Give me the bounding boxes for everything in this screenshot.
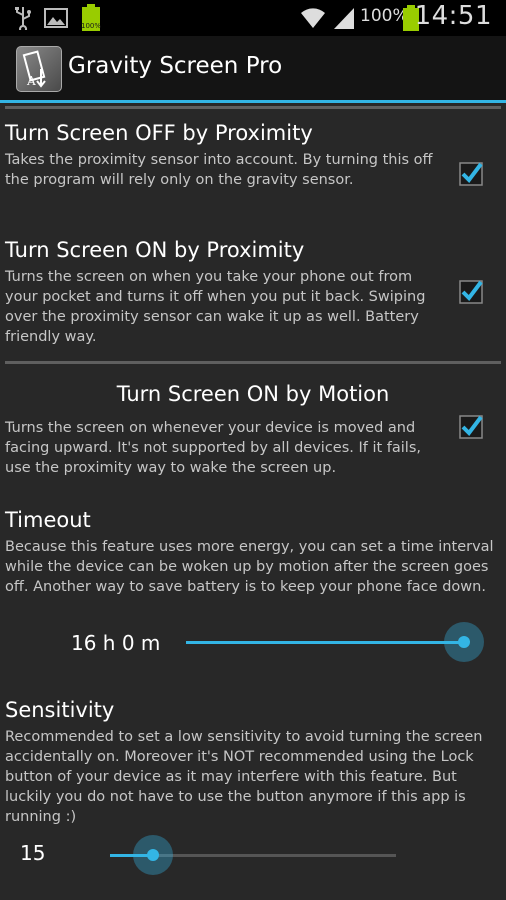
image-icon bbox=[44, 8, 68, 28]
sensitivity-value: 15 bbox=[20, 841, 46, 865]
pref-title: Timeout bbox=[5, 508, 91, 532]
phone-arrow-icon: A bbox=[22, 50, 46, 88]
sensitivity-slider-thumb[interactable] bbox=[133, 835, 173, 875]
checkbox-checked-icon[interactable] bbox=[459, 415, 483, 439]
status-bar: 100% 100% 14:51 bbox=[0, 0, 506, 36]
app-title: Gravity Screen Pro bbox=[68, 53, 283, 79]
pref-summary: Takes the proximity sensor into account.… bbox=[5, 152, 433, 188]
action-bar: A Gravity Screen Pro bbox=[0, 36, 506, 103]
svg-text:A: A bbox=[26, 74, 36, 88]
svg-text:100%: 100% bbox=[81, 22, 101, 30]
wifi-icon bbox=[301, 8, 325, 28]
section-divider bbox=[5, 106, 501, 109]
pref-title: Sensitivity bbox=[5, 698, 115, 722]
sensitivity-slider-track[interactable] bbox=[110, 835, 396, 875]
timeout-slider-thumb[interactable] bbox=[444, 622, 484, 662]
checkbox-checked-icon[interactable] bbox=[459, 162, 483, 186]
pref-summary: Turns the screen on when you take your p… bbox=[5, 269, 426, 345]
battery-icon: 100% bbox=[81, 4, 101, 31]
pref-title: Turn Screen ON by Proximity bbox=[5, 238, 305, 262]
clock: 14:51 bbox=[414, 1, 492, 31]
pref-title: Turn Screen OFF by Proximity bbox=[5, 121, 313, 145]
timeout-value: 16 h 0 m bbox=[71, 631, 161, 655]
signal-icon bbox=[334, 8, 354, 29]
pref-summary: Recommended to set a low sensitivity to … bbox=[5, 729, 483, 825]
section-header-motion: Turn Screen ON by Motion bbox=[116, 382, 390, 406]
timeout-slider-track[interactable] bbox=[186, 622, 484, 662]
pref-summary: Turns the screen on whenever your device… bbox=[5, 420, 422, 476]
section-divider bbox=[5, 361, 501, 364]
pref-summary: Because this feature uses more energy, y… bbox=[5, 539, 494, 595]
timeout-slider-fill bbox=[186, 641, 464, 644]
checkbox-checked-icon[interactable] bbox=[459, 280, 483, 304]
usb-icon bbox=[15, 7, 31, 30]
app-logo-icon[interactable]: A bbox=[16, 46, 62, 92]
